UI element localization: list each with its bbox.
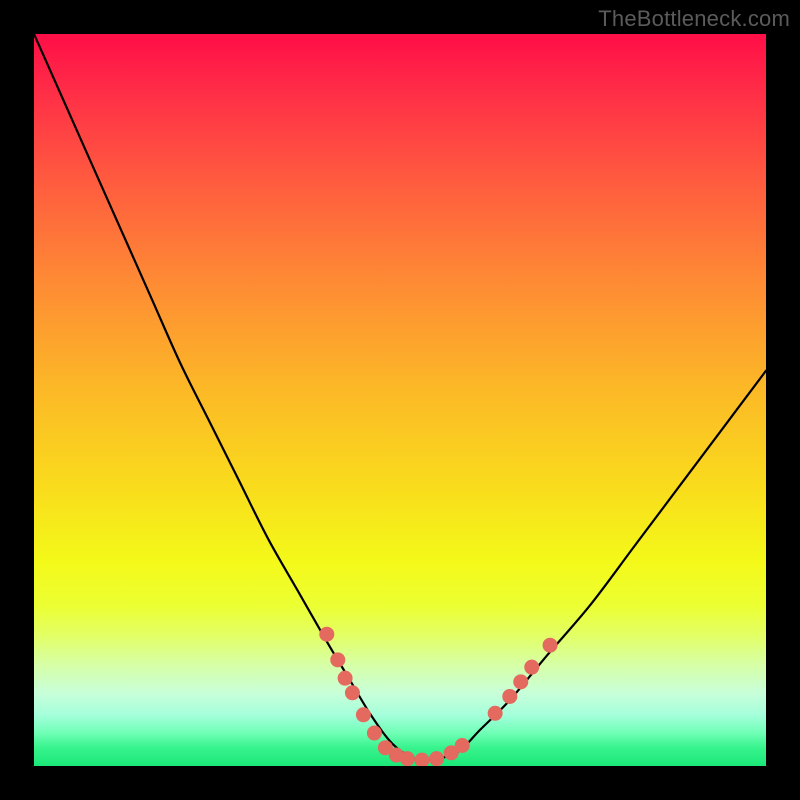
curve-layer [34, 34, 766, 766]
marker-dot [543, 638, 558, 653]
marker-group [319, 627, 557, 766]
marker-dot [356, 707, 371, 722]
marker-dot [502, 689, 517, 704]
watermark-text: TheBottleneck.com [598, 6, 790, 32]
plot-area [34, 34, 766, 766]
marker-dot [524, 660, 539, 675]
marker-dot [429, 751, 444, 766]
marker-dot [414, 753, 429, 766]
marker-dot [513, 674, 528, 689]
marker-dot [455, 738, 470, 753]
marker-dot [338, 671, 353, 686]
bottleneck-curve [34, 34, 766, 760]
chart-frame: TheBottleneck.com [0, 0, 800, 800]
marker-dot [488, 706, 503, 721]
marker-dot [400, 751, 415, 766]
marker-dot [367, 726, 382, 741]
marker-dot [319, 627, 334, 642]
marker-dot [330, 652, 345, 667]
marker-dot [345, 685, 360, 700]
